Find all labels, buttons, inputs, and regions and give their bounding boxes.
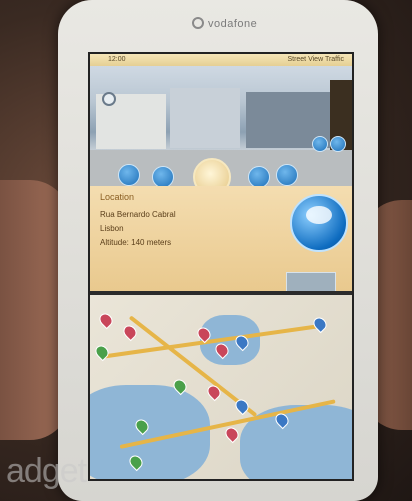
street-view-panorama[interactable]	[90, 66, 352, 196]
building	[170, 88, 240, 148]
phone-screen: 12:00 Street View Traffic Location Rua B…	[88, 52, 354, 481]
brand-label: vodafone	[208, 18, 258, 30]
address-line: Rua Bernardo Cabral	[100, 210, 176, 219]
map-pin-icon[interactable]	[120, 322, 140, 342]
place-name: Location	[100, 192, 135, 202]
globe-icon[interactable]	[290, 194, 348, 252]
nav-left-button[interactable]	[118, 164, 140, 186]
nav-button[interactable]	[248, 166, 270, 188]
nav-right-button[interactable]	[276, 164, 298, 186]
vodafone-logo-icon	[192, 17, 204, 29]
thumbnail-image[interactable]	[286, 272, 336, 292]
zoom-out-button[interactable]	[330, 136, 346, 152]
compass-icon[interactable]	[102, 92, 116, 106]
map-view[interactable]	[90, 295, 352, 479]
status-bar: 12:00 Street View Traffic	[90, 54, 352, 66]
map-pin-icon[interactable]	[96, 310, 116, 330]
status-right-text[interactable]: Street View Traffic	[287, 56, 344, 63]
altitude-line: Altitude: 140 meters	[100, 238, 172, 247]
map-pin-icon[interactable]	[310, 314, 330, 334]
watermark-text: adget	[6, 452, 87, 490]
city-line: Lisbon	[100, 224, 124, 233]
zoom-in-button[interactable]	[312, 136, 328, 152]
status-time: 12:00	[108, 56, 126, 63]
nav-button[interactable]	[152, 166, 174, 188]
map-pin-icon[interactable]	[222, 424, 242, 444]
map-pin-icon[interactable]	[92, 342, 112, 362]
